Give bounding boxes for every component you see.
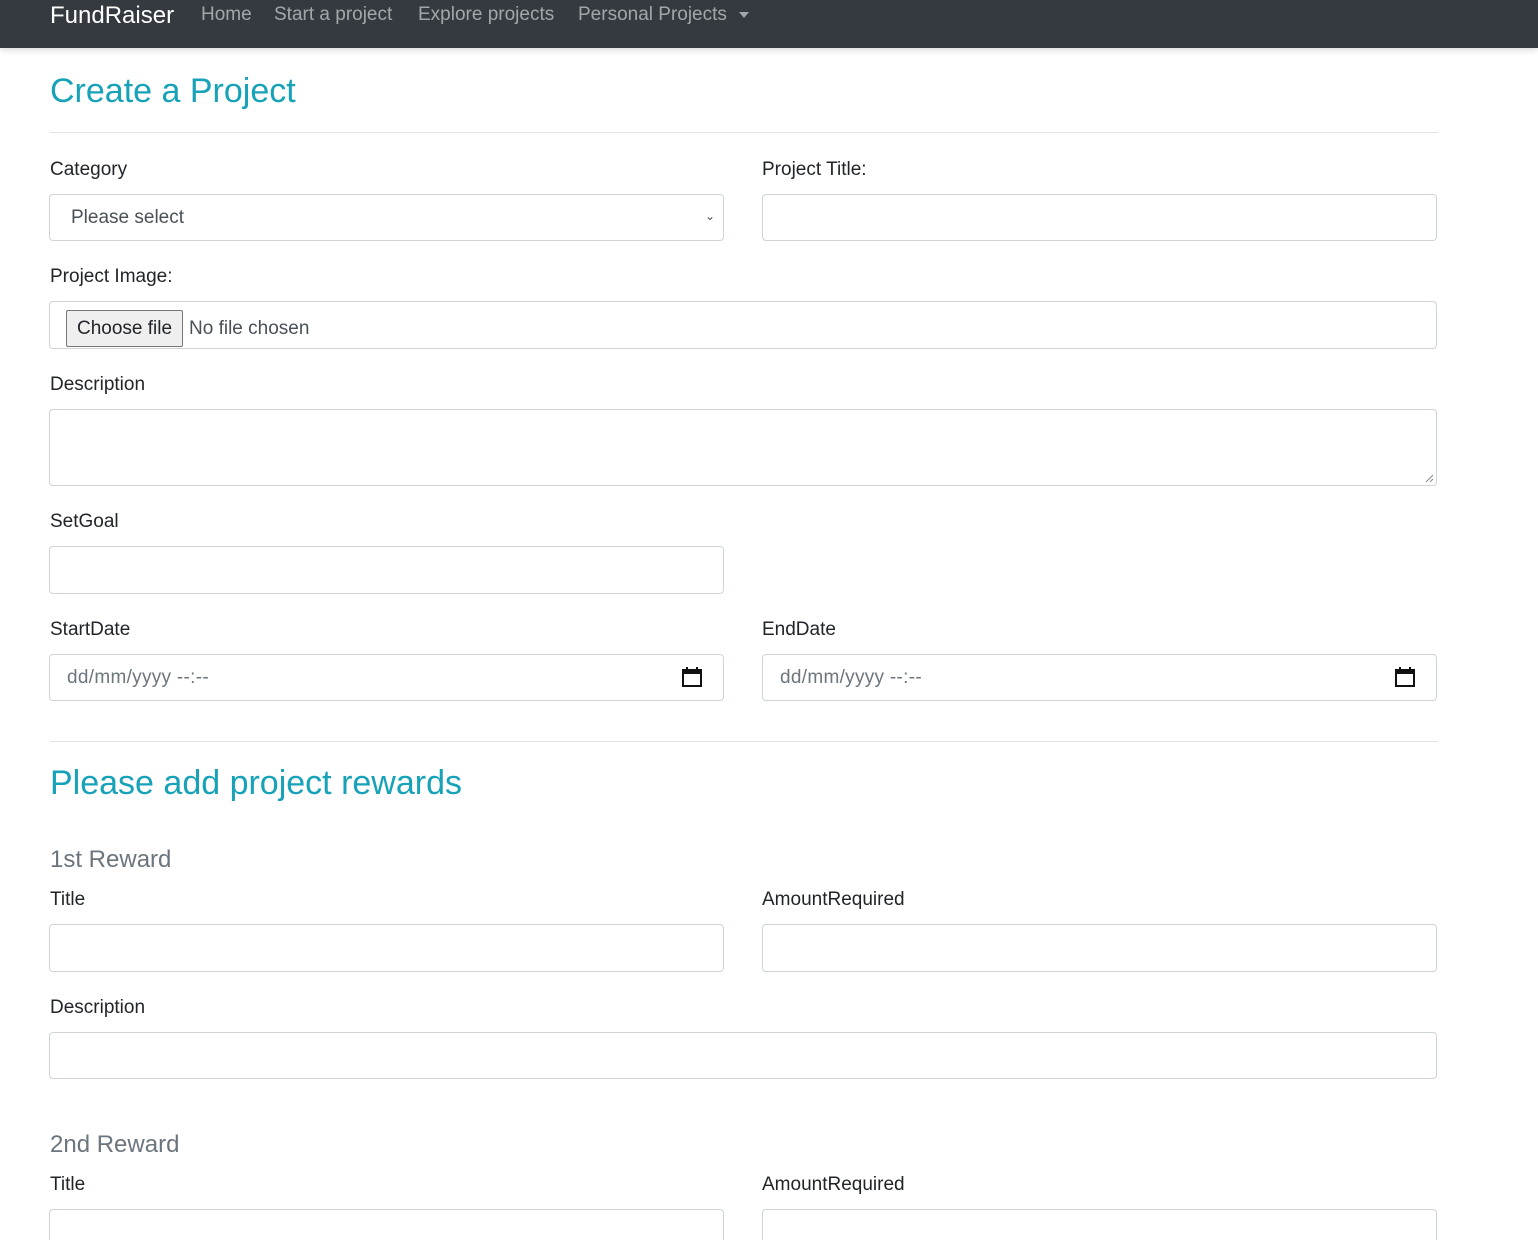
set-goal-label: SetGoal xyxy=(50,511,119,532)
reward-1-amount-label: AmountRequired xyxy=(762,889,905,910)
reward-1-title-label: Title xyxy=(50,889,86,910)
description-label: Description xyxy=(50,374,146,395)
calendar-icon[interactable] xyxy=(1394,666,1416,688)
reward-1-title-input[interactable] xyxy=(49,924,724,972)
start-date-placeholder: dd/mm/yyyy --:-- xyxy=(67,667,210,688)
start-date-input[interactable]: dd/mm/yyyy --:-- xyxy=(49,654,724,701)
navbar: FundRaiser Home Start a project Explore … xyxy=(0,0,1538,48)
reward-1-heading: 1st Reward xyxy=(50,846,172,873)
resize-handle-icon[interactable] xyxy=(1424,473,1434,483)
project-image-label: Project Image: xyxy=(50,266,173,287)
end-date-label: EndDate xyxy=(762,619,836,640)
reward-1-description-input[interactable] xyxy=(49,1032,1437,1079)
nav-home[interactable]: Home xyxy=(201,4,252,26)
category-select[interactable]: Please select ⌄ xyxy=(49,194,724,241)
caret-down-icon[interactable] xyxy=(739,12,749,18)
file-status-text: No file chosen xyxy=(189,318,310,339)
reward-2-amount-input[interactable] xyxy=(762,1209,1437,1240)
category-label: Category xyxy=(50,159,128,180)
divider xyxy=(50,132,1438,133)
description-textarea[interactable] xyxy=(49,409,1437,486)
nav-personal-projects-dropdown[interactable]: Personal Projects xyxy=(578,4,727,26)
chevron-down-icon: ⌄ xyxy=(704,209,715,223)
project-title-label: Project Title: xyxy=(762,159,867,180)
end-date-input[interactable]: dd/mm/yyyy --:-- xyxy=(762,654,1437,701)
category-selected-value: Please select xyxy=(71,207,185,228)
reward-2-title-label: Title xyxy=(50,1174,86,1195)
rewards-heading: Please add project rewards xyxy=(50,764,463,802)
project-image-file-input[interactable]: Choose file No file chosen xyxy=(49,301,1437,349)
calendar-icon[interactable] xyxy=(681,666,703,688)
project-title-input[interactable] xyxy=(762,194,1437,241)
end-date-placeholder: dd/mm/yyyy --:-- xyxy=(780,667,923,688)
set-goal-input[interactable] xyxy=(49,546,724,594)
start-date-label: StartDate xyxy=(50,619,131,640)
reward-2-amount-label: AmountRequired xyxy=(762,1174,905,1195)
divider xyxy=(50,741,1438,742)
reward-2-title-input[interactable] xyxy=(49,1209,724,1240)
brand-logo[interactable]: FundRaiser xyxy=(50,2,174,30)
nav-start-project[interactable]: Start a project xyxy=(274,4,392,26)
reward-1-description-label: Description xyxy=(50,997,146,1018)
nav-explore-projects[interactable]: Explore projects xyxy=(418,4,554,26)
page-title: Create a Project xyxy=(50,72,296,110)
reward-2-heading: 2nd Reward xyxy=(50,1131,180,1158)
choose-file-button[interactable]: Choose file xyxy=(66,310,183,347)
reward-1-amount-input[interactable] xyxy=(762,924,1437,972)
